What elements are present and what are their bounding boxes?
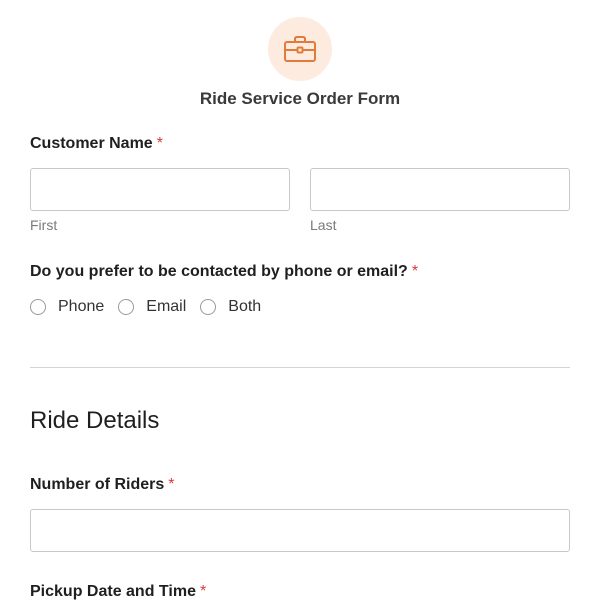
radio-button-email[interactable]: [118, 299, 135, 315]
radio-label-email: Email: [146, 298, 187, 315]
contact-preference-radio-group: Phone Email Both: [30, 296, 275, 318]
radio-button-phone[interactable]: [30, 299, 46, 315]
radio-option-both[interactable]: Both: [200, 298, 261, 316]
number-of-riders-label-text: Number of Riders: [30, 476, 165, 493]
required-star: *: [156, 135, 163, 152]
customer-name-label: Customer Name *: [30, 134, 163, 154]
number-of-riders-label: Number of Riders *: [30, 475, 174, 495]
section-title-ride-details: Ride Details: [30, 407, 160, 434]
number-of-riders-input[interactable]: [30, 509, 570, 552]
required-star: *: [199, 583, 207, 600]
last-name-sublabel: Last: [310, 217, 337, 233]
contact-preference-label-text: Do you prefer to be contacted by phone o…: [30, 263, 408, 280]
form-title: Ride Service Order Form: [199, 89, 401, 108]
required-star: *: [411, 263, 419, 280]
pickup-date-time-label-text: Pickup Date and Time: [30, 583, 196, 600]
first-name-input[interactable]: [30, 168, 290, 211]
radio-label-both: Both: [228, 298, 262, 315]
last-name-input[interactable]: [310, 168, 570, 211]
briefcase-icon: [284, 36, 316, 62]
form-page: Ride Service Order Form Customer Name * F…: [0, 0, 600, 600]
required-star: *: [168, 476, 175, 493]
first-name-sublabel: First: [30, 217, 58, 233]
radio-option-phone[interactable]: Phone: [30, 298, 104, 316]
radio-label-phone: Phone: [58, 298, 105, 315]
section-divider: [30, 367, 570, 368]
form-icon-badge: [268, 17, 332, 81]
radio-button-both[interactable]: [200, 299, 217, 315]
customer-name-label-text: Customer Name: [30, 135, 153, 152]
radio-option-email[interactable]: Email: [118, 298, 186, 316]
contact-preference-label: Do you prefer to be contacted by phone o…: [30, 262, 418, 282]
pickup-date-time-label: Pickup Date and Time *: [30, 582, 206, 600]
